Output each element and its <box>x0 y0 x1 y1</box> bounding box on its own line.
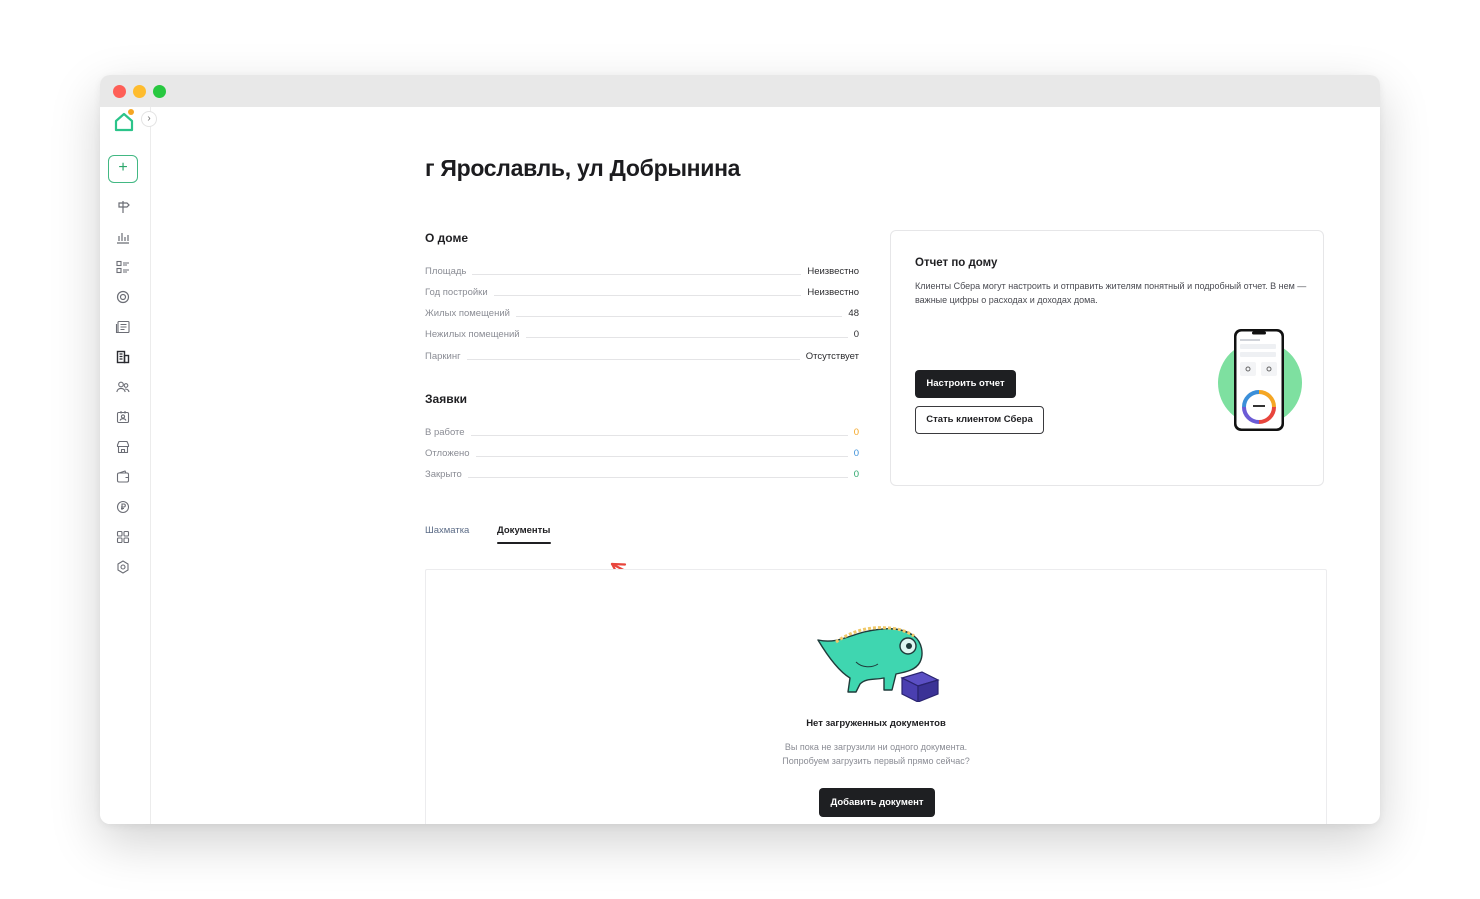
info-value: Неизвестно <box>807 266 859 277</box>
currency-icon[interactable] <box>115 499 131 515</box>
dinosaur-illustration <box>816 622 940 703</box>
house-report-card: Отчет по дому Клиенты Сбера могут настро… <box>890 230 1324 486</box>
signpost-icon[interactable] <box>115 199 131 215</box>
users-icon[interactable] <box>115 379 131 395</box>
about-house-title: О доме <box>425 231 469 245</box>
main-content: г Ярославль, ул Добрынина О доме Площадь… <box>151 107 1380 824</box>
expand-sidebar-button[interactable]: › <box>141 111 157 127</box>
report-title: Отчет по дому <box>915 257 998 269</box>
leader-line <box>515 316 843 317</box>
become-sber-client-button[interactable]: Стать клиентом Сбера <box>915 406 1044 434</box>
app-window: › + г Ярославль, ул Добрынина О доме Пло… <box>100 75 1380 824</box>
info-label: Площадь <box>425 266 467 277</box>
info-value: 48 <box>848 308 859 319</box>
leader-line <box>470 435 848 436</box>
info-row-nonresidential: Нежилых помещений 0 <box>425 326 859 340</box>
info-value: 0 <box>853 329 859 340</box>
apps-grid-icon[interactable] <box>115 529 131 545</box>
window-titlebar <box>100 75 1380 107</box>
page-title: г Ярославль, ул Добрынина <box>425 155 741 181</box>
notification-dot <box>128 109 134 115</box>
id-card-icon[interactable] <box>115 409 131 425</box>
info-label: Жилых помещений <box>425 308 510 319</box>
request-label: Закрыто <box>425 469 462 480</box>
close-window-button[interactable] <box>113 85 126 98</box>
empty-state-text-line1: Вы пока не загрузили ни одного документа… <box>784 742 968 752</box>
info-label: Год постройки <box>425 287 488 298</box>
info-row-area: Площадь Неизвестно <box>425 263 859 277</box>
request-label: В работе <box>425 427 465 438</box>
info-value: Неизвестно <box>807 287 859 298</box>
leader-line <box>467 477 848 478</box>
request-label: Отложено <box>425 448 470 459</box>
info-label: Паркинг <box>425 351 461 362</box>
empty-state-text-line2: Попробуем загрузить первый прямо сейчас? <box>782 756 970 766</box>
request-row-postponed[interactable]: Отложено 0 <box>425 445 859 459</box>
sidebar: › + <box>100 107 157 824</box>
leader-line <box>466 359 800 360</box>
empty-state-title: Нет загруженных документов <box>806 718 946 729</box>
documents-panel: Нет загруженных документов Вы пока не за… <box>425 569 1327 824</box>
active-tab-indicator <box>497 542 551 544</box>
requests-title: Заявки <box>425 392 467 406</box>
request-count: 0 <box>853 427 859 438</box>
maximize-window-button[interactable] <box>153 85 166 98</box>
list-icon[interactable] <box>115 259 131 275</box>
info-value: Отсутствует <box>805 351 859 362</box>
news-icon[interactable] <box>115 319 131 335</box>
leader-line <box>475 456 848 457</box>
request-row-in-progress[interactable]: В работе 0 <box>425 424 859 438</box>
request-count: 0 <box>853 448 859 459</box>
store-icon[interactable] <box>115 439 131 455</box>
info-row-parking: Паркинг Отсутствует <box>425 348 859 362</box>
request-row-closed[interactable]: Закрыто 0 <box>425 466 859 480</box>
add-button[interactable]: + <box>108 155 138 183</box>
info-label: Нежилых помещений <box>425 329 520 340</box>
request-count: 0 <box>853 469 859 480</box>
phone-illustration <box>1217 327 1303 433</box>
add-document-button[interactable]: Добавить документ <box>819 788 935 817</box>
report-description: Клиенты Сбера могут настроить и отправит… <box>915 281 1307 305</box>
setup-report-button[interactable]: Настроить отчет <box>915 370 1016 398</box>
leader-line <box>525 337 848 338</box>
target-icon[interactable] <box>115 289 131 305</box>
settings-icon[interactable] <box>115 559 131 575</box>
building-icon[interactable] <box>115 349 131 365</box>
wallet-icon[interactable] <box>115 469 131 485</box>
leader-line <box>472 274 802 275</box>
tab-documents[interactable]: Документы <box>497 525 550 536</box>
bar-chart-icon[interactable] <box>115 229 131 245</box>
tab-chessboard[interactable]: Шахматка <box>425 525 469 536</box>
minimize-window-button[interactable] <box>133 85 146 98</box>
leader-line <box>493 295 802 296</box>
info-row-build-year: Год постройки Неизвестно <box>425 284 859 298</box>
info-row-residential: Жилых помещений 48 <box>425 305 859 319</box>
